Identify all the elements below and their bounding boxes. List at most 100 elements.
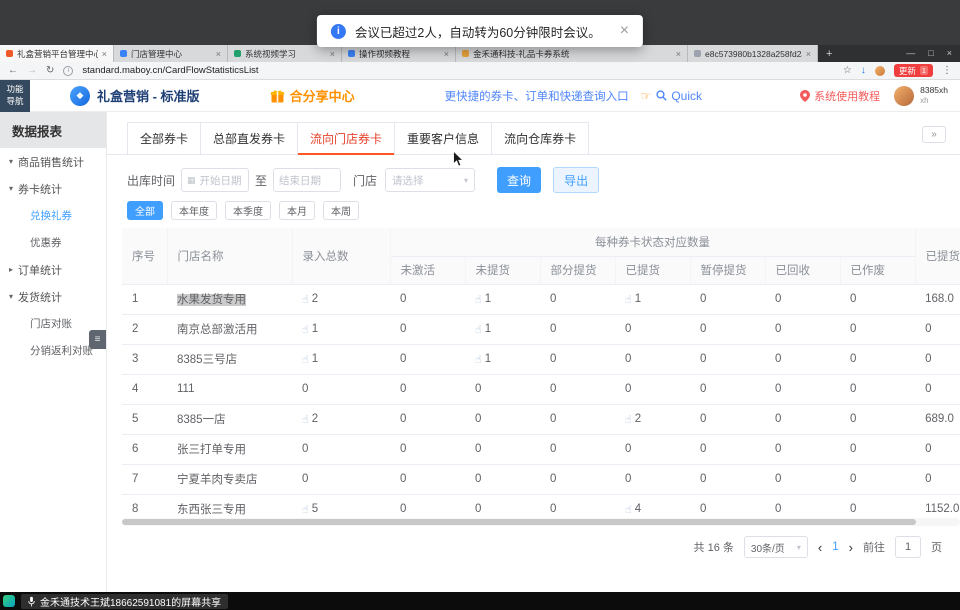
bookmark-star-icon[interactable]: ☆: [843, 65, 852, 76]
table-row[interactable]: 6张三打单专用000000000: [122, 434, 960, 464]
count-link[interactable]: ☝5: [302, 503, 318, 516]
count-link[interactable]: ☝2: [302, 413, 318, 426]
sidebar-item[interactable]: 优惠券: [0, 229, 106, 256]
sidebar-item[interactable]: ▾券卡统计: [0, 175, 106, 202]
cell-status: ☝1: [465, 284, 540, 314]
notice-close-icon[interactable]: ×: [620, 23, 629, 39]
count-link[interactable]: ☝1: [475, 353, 491, 366]
cell-status: 0: [540, 314, 615, 344]
update-button[interactable]: 更新 1: [894, 64, 933, 77]
content-tab[interactable]: 总部直发券卡: [200, 122, 298, 154]
browser-address-bar: ← → ↻ i standard.maboy.cn/CardFlowStatis…: [0, 62, 960, 80]
quick-filter-button[interactable]: 本周: [323, 201, 359, 220]
tab-close-icon[interactable]: ×: [216, 49, 221, 59]
pointer-icon: ☝: [475, 323, 482, 336]
window-maximize-icon[interactable]: □: [928, 48, 933, 58]
cell-status: 0: [765, 434, 840, 464]
cell-status: 0: [690, 314, 765, 344]
count-value: 1: [485, 293, 491, 305]
count-link[interactable]: ☝1: [475, 323, 491, 336]
count-link[interactable]: ☝2: [302, 293, 318, 306]
share-center-link[interactable]: 合分享中心: [270, 86, 355, 105]
function-nav-button[interactable]: 功能 导航: [0, 80, 30, 112]
table-row[interactable]: 8东西张三专用☝5000☝40001152.0: [122, 494, 960, 516]
browser-tab[interactable]: 操作视频教程×: [342, 45, 456, 62]
sidebar-handle[interactable]: ≡: [89, 330, 106, 349]
sidebar-item[interactable]: ▸订单统计: [0, 256, 106, 283]
table-row[interactable]: 2南京总部激活用☝10☝1000000: [122, 314, 960, 344]
page-size-select[interactable]: 30条/页 ▾: [744, 536, 808, 558]
sidebar-item-label: 门店对账: [30, 316, 72, 331]
table-row[interactable]: 1水果发货专用☝20☝10☝1000168.0: [122, 284, 960, 314]
caret-icon: ▾: [4, 184, 18, 193]
quick-filter-button[interactable]: 本年度: [171, 201, 217, 220]
tab-close-icon[interactable]: ×: [330, 49, 335, 59]
download-icon[interactable]: ↓: [861, 65, 866, 76]
scrollbar-thumb[interactable]: [122, 519, 916, 525]
horizontal-scrollbar[interactable]: [122, 518, 960, 526]
count-value: 2: [635, 413, 641, 425]
quick-filter-button[interactable]: 本月: [279, 201, 315, 220]
tab-close-icon[interactable]: ×: [676, 49, 681, 59]
table-row[interactable]: 7宁夏羊肉专卖店000000000: [122, 464, 960, 494]
sidebar-item[interactable]: ▾商品销售统计: [0, 148, 106, 175]
user-avatar[interactable]: [894, 86, 914, 106]
content-tab[interactable]: 流向门店券卡: [297, 122, 395, 154]
browser-tab[interactable]: e8c573980b1328a258fd2a6il×: [688, 45, 818, 62]
current-page[interactable]: 1: [832, 541, 838, 553]
count-link[interactable]: ☝1: [625, 293, 641, 306]
start-date-input[interactable]: ▦ 开始日期: [181, 168, 249, 192]
export-button[interactable]: 导出: [553, 167, 599, 193]
tab-title: 门店管理中心: [131, 48, 212, 60]
browser-tab[interactable]: 门店管理中心 ×: [114, 45, 228, 62]
sidebar-section-title: 数据报表: [0, 112, 106, 148]
store-select-placeholder: 请选择: [392, 173, 424, 188]
content-tab[interactable]: 全部券卡: [127, 122, 201, 154]
window-minimize-icon[interactable]: —: [906, 48, 915, 58]
tab-close-icon[interactable]: ×: [806, 49, 811, 59]
sidebar-item[interactable]: ▾发货统计: [0, 283, 106, 310]
content-tab[interactable]: 流向仓库券卡: [491, 122, 589, 154]
tab-close-icon[interactable]: ×: [444, 49, 449, 59]
browser-menu-icon[interactable]: ⋮: [942, 65, 952, 76]
table-row[interactable]: 4111000000000: [122, 374, 960, 404]
count-link[interactable]: ☝1: [475, 293, 491, 306]
count-link[interactable]: ☝1: [302, 323, 318, 336]
count-link[interactable]: ☝2: [625, 413, 641, 426]
search-button[interactable]: 查询: [497, 167, 541, 193]
cell-total: ☝2: [292, 404, 390, 434]
store-select[interactable]: 请选择 ▾: [385, 168, 475, 192]
new-tab-button[interactable]: +: [826, 48, 832, 60]
refresh-icon[interactable]: ↻: [46, 65, 54, 76]
goto-page-input[interactable]: 1: [895, 536, 921, 558]
cell-status: 0: [765, 314, 840, 344]
range-separator: 至: [255, 172, 267, 189]
window-close-icon[interactable]: ×: [947, 48, 952, 58]
browser-tab[interactable]: 金禾通科技-礼品卡券系统×: [456, 45, 688, 62]
forward-icon[interactable]: →: [27, 65, 37, 76]
sidebar-item[interactable]: 兑换礼券: [0, 202, 106, 229]
browser-tab[interactable]: 系统视频学习×: [228, 45, 342, 62]
collapse-button[interactable]: »: [922, 126, 946, 143]
back-icon[interactable]: ←: [8, 65, 18, 76]
count-link[interactable]: ☝4: [625, 503, 641, 516]
browser-tab[interactable]: 礼盒营销平台管理中心×: [0, 45, 114, 62]
table-row[interactable]: 58385一店☝2000☝2000689.0: [122, 404, 960, 434]
count-link[interactable]: ☝1: [302, 353, 318, 366]
content-tab[interactable]: 重要客户信息: [394, 122, 492, 154]
tab-close-icon[interactable]: ×: [102, 49, 107, 59]
sidebar-item-label: 订单统计: [18, 262, 62, 278]
column-header-status: 未提货: [465, 256, 540, 284]
tutorial-link[interactable]: 系统使用教程: [800, 88, 880, 104]
url-text[interactable]: standard.maboy.cn/CardFlowStatisticsList: [82, 65, 258, 76]
quick-filter-button[interactable]: 全部: [127, 201, 163, 220]
next-page-button[interactable]: ›: [849, 540, 853, 555]
notice-text: 会议已超过2人，自动转为60分钟限时会议。: [355, 22, 601, 41]
table-row[interactable]: 38385三号店☝10☝1000000: [122, 344, 960, 374]
browser-profile-icon[interactable]: [875, 66, 885, 76]
prev-page-button[interactable]: ‹: [818, 540, 822, 555]
quick-filter-button[interactable]: 本季度: [225, 201, 271, 220]
quick-search-link[interactable]: Quick: [656, 89, 702, 103]
end-date-input[interactable]: 结束日期: [273, 168, 341, 192]
site-info-icon[interactable]: i: [63, 66, 73, 76]
